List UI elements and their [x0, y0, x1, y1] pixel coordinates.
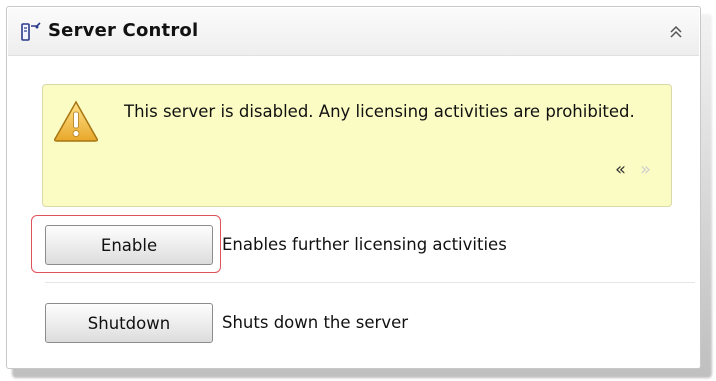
actions-divider — [45, 282, 695, 283]
alert-pager: «» — [615, 159, 651, 180]
previous-message-button[interactable]: « — [615, 159, 626, 180]
double-chevron-up-icon[interactable] — [669, 25, 683, 39]
panel-title: Server Control — [48, 20, 199, 41]
enable-button[interactable]: Enable — [45, 225, 213, 265]
enable-description: Enables further licensing activities — [222, 235, 507, 254]
warning-icon — [54, 100, 98, 142]
alert-message: This server is disabled. Any licensing a… — [124, 102, 635, 121]
next-message-button[interactable]: » — [640, 159, 651, 180]
shutdown-description: Shuts down the server — [222, 313, 409, 332]
server-control-icon — [21, 22, 41, 41]
server-control-panel: Server Control This server is disabled. … — [6, 6, 701, 369]
disabled-alert: This server is disabled. Any licensing a… — [42, 84, 672, 207]
panel-header: Server Control — [8, 8, 699, 56]
shutdown-button[interactable]: Shutdown — [45, 303, 213, 343]
